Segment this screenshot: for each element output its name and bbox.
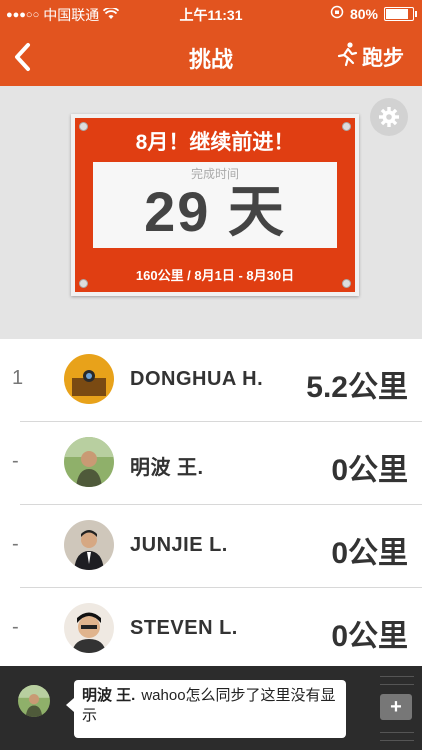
leaderboard-row[interactable]: - 明波 王. 0公里 bbox=[12, 422, 422, 505]
divider bbox=[380, 684, 414, 685]
challenge-footer: 160公里 / 8月1日 - 8月30日 bbox=[135, 268, 295, 283]
avatar bbox=[18, 685, 50, 717]
run-label: 跑步 bbox=[362, 47, 404, 70]
chat-bubble[interactable]: 明波 王. wahoo怎么同步了这里没有显示 bbox=[66, 680, 346, 738]
rank: 1 bbox=[12, 367, 24, 389]
athlete-name: DONGHUA H. bbox=[130, 368, 264, 390]
chat-bar: 明波 王. wahoo怎么同步了这里没有显示 + bbox=[0, 666, 422, 750]
leaderboard-row[interactable]: - STEVEN L. 0公里 bbox=[12, 588, 422, 671]
challenge-area: 8月！继续前进！ 完成时间 29 天 160公里 / 8月1日 - 8月30日 bbox=[0, 86, 422, 339]
athlete-distance: 0公里 bbox=[331, 620, 408, 653]
divider bbox=[380, 732, 414, 733]
battery-icon bbox=[384, 6, 417, 21]
days-panel: 完成时间 29 天 bbox=[93, 162, 337, 248]
chat-author: 明波 王. bbox=[82, 687, 136, 704]
leaderboard: 1 DONGHUA H. 5.2公里 - 明波 王. 0公里 - JUNJIE … bbox=[0, 339, 422, 671]
battery-percent: 80% bbox=[349, 5, 378, 22]
rank: - bbox=[12, 450, 19, 472]
athlete-distance: 0公里 bbox=[331, 454, 408, 487]
days-value: 29 天 bbox=[144, 180, 286, 243]
nav-bar: 挑战 跑步 bbox=[0, 28, 422, 86]
avatar bbox=[64, 437, 114, 487]
challenge-headline: 8月！继续前进！ bbox=[135, 131, 295, 154]
leaderboard-row[interactable]: - JUNJIE L. 0公里 bbox=[12, 505, 422, 588]
lock-rotation-icon bbox=[330, 5, 344, 22]
athlete-name: 明波 王. bbox=[130, 457, 204, 479]
plus-icon[interactable]: + bbox=[380, 694, 412, 720]
runner-icon bbox=[336, 41, 358, 73]
divider bbox=[380, 676, 414, 677]
challenge-banner: 8月！继续前进！ 完成时间 29 天 160公里 / 8月1日 - 8月30日 bbox=[71, 114, 359, 296]
athlete-distance: 0公里 bbox=[331, 537, 408, 570]
gear-icon[interactable] bbox=[370, 98, 408, 136]
athlete-distance: 5.2公里 bbox=[306, 371, 408, 404]
avatar bbox=[64, 354, 114, 404]
avatar bbox=[64, 520, 114, 570]
athlete-name: STEVEN L. bbox=[130, 617, 238, 639]
leaderboard-row[interactable]: 1 DONGHUA H. 5.2公里 bbox=[12, 339, 422, 422]
rank: - bbox=[12, 533, 19, 555]
rank: - bbox=[12, 616, 19, 638]
athlete-name: JUNJIE L. bbox=[130, 534, 228, 556]
divider bbox=[380, 740, 414, 741]
status-bar: ●●●○○ 中国联通 上午11:31 80% bbox=[0, 0, 422, 28]
avatar bbox=[64, 603, 114, 653]
run-button[interactable]: 跑步 bbox=[336, 41, 404, 73]
